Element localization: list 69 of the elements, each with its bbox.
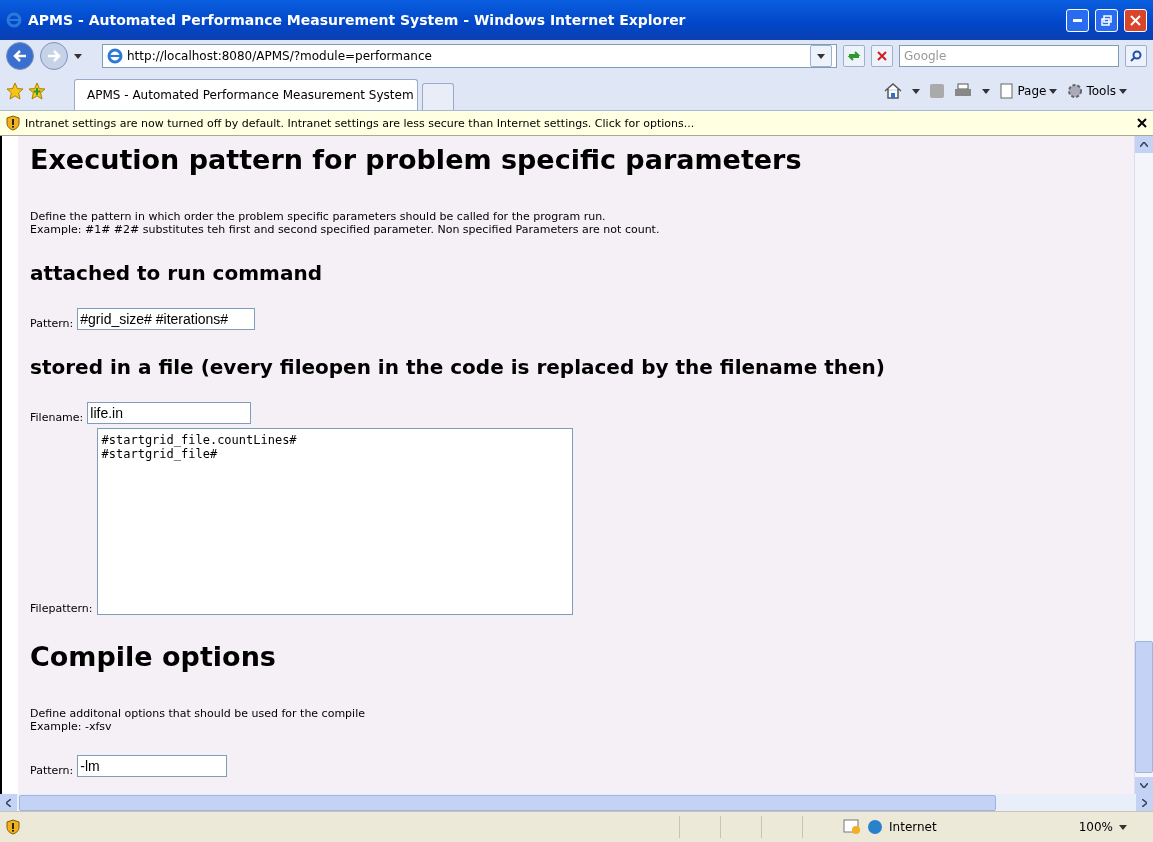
caret-icon[interactable] <box>817 53 825 59</box>
stop-button[interactable] <box>871 45 893 67</box>
back-button[interactable] <box>6 42 34 70</box>
field-label: Pattern: <box>30 764 74 777</box>
input-field[interactable]: life.in <box>87 402 252 424</box>
scroll-right-icon <box>1142 798 1147 807</box>
input-field[interactable]: -lm <box>77 755 228 777</box>
scroll-left-icon <box>6 798 11 807</box>
text-area[interactable]: #startgrid_file.countLines# #startgrid_file# <box>96 428 573 615</box>
warning-shield-icon <box>6 819 20 835</box>
page-icon <box>1000 83 1015 99</box>
scroll-up-icon[interactable] <box>1140 142 1148 147</box>
refresh-button[interactable] <box>843 45 865 67</box>
caret-icon[interactable] <box>1119 88 1127 94</box>
caret-icon[interactable] <box>982 88 991 94</box>
scroll-thumb[interactable] <box>19 794 996 811</box>
window-title: APMS - Automated Performance Measurement System - Windows Internet Explorer <box>28 12 687 28</box>
section-heading: Execution pattern for problem specific parameters <box>30 143 803 177</box>
printer-icon[interactable] <box>954 83 973 99</box>
section-heading: Compile options <box>30 640 277 674</box>
forward-arrow-icon <box>47 50 61 62</box>
close-icon[interactable] <box>1137 118 1147 128</box>
field-label: Pattern: <box>30 317 74 330</box>
vertical-scrollbar[interactable] <box>1134 136 1153 794</box>
ie-logo-icon <box>6 12 22 28</box>
add-favorite-star-icon[interactable] <box>28 82 46 100</box>
info-bar[interactable]: Intranet settings are now turned off by default. Intranet settings are less secure than Internet settings. Click for options... <box>0 111 1153 136</box>
stop-icon <box>877 51 887 61</box>
minimize-button[interactable] <box>1066 8 1089 32</box>
search-icon <box>1130 50 1142 62</box>
caret-icon[interactable] <box>74 53 82 59</box>
gear-icon <box>1067 83 1084 99</box>
search-button[interactable] <box>1125 45 1147 67</box>
close-button[interactable] <box>1124 8 1147 32</box>
field-label: Filepattern: <box>30 602 93 615</box>
scroll-left-button[interactable] <box>0 794 17 811</box>
scroll-right-button[interactable] <box>1136 794 1153 811</box>
caret-icon[interactable] <box>1049 88 1058 94</box>
refresh-icon <box>847 50 861 62</box>
minimize-icon <box>1073 18 1082 22</box>
ie-logo-icon <box>107 48 123 64</box>
command-menu-button[interactable]: Tools <box>1067 83 1127 99</box>
close-icon <box>1130 14 1141 26</box>
globe-icon <box>867 819 884 835</box>
favorites-star-icon[interactable] <box>6 82 24 100</box>
subsection-heading: attached to run command <box>30 260 323 286</box>
description-text: Define additonal options that should be used for the compile Example: -xfsv <box>30 707 366 733</box>
warning-shield-icon <box>6 115 20 131</box>
zoom-button[interactable]: 100% <box>1078 820 1113 834</box>
home-icon[interactable] <box>884 83 903 99</box>
protected-mode-icon <box>843 819 862 835</box>
subsection-heading: stored in a file (every fileopen in the code is replaced by the filename then) <box>30 354 886 380</box>
search-field[interactable]: Google <box>899 45 1119 67</box>
caret-icon[interactable] <box>912 88 921 94</box>
scroll-down-icon[interactable] <box>1140 783 1148 788</box>
forward-button[interactable] <box>40 42 68 70</box>
security-zone-text: Internet <box>889 820 937 834</box>
description-text: Define the pattern in which order the problem specific parameters should be called for the program run. Example: #1# #2# substitutes teh first and second specified parameter. Non specified Parameters are not count. <box>30 210 661 236</box>
input-field[interactable]: #grid_size# #iterations# <box>77 308 256 330</box>
restore-icon <box>1101 14 1112 26</box>
back-arrow-icon <box>13 50 27 62</box>
browser-tab[interactable]: APMS - Automated Performance Measurement System <box>74 79 418 110</box>
restore-button[interactable] <box>1095 8 1118 32</box>
command-menu-button[interactable]: Page <box>1000 83 1058 99</box>
horizontal-scrollbar[interactable] <box>0 794 1153 811</box>
address-field[interactable]: http://localhost:8080/APMS/?module=performance <box>102 44 837 68</box>
scroll-thumb[interactable] <box>1135 641 1153 773</box>
caret-icon[interactable] <box>1119 824 1127 830</box>
field-label: Filename: <box>30 411 84 424</box>
